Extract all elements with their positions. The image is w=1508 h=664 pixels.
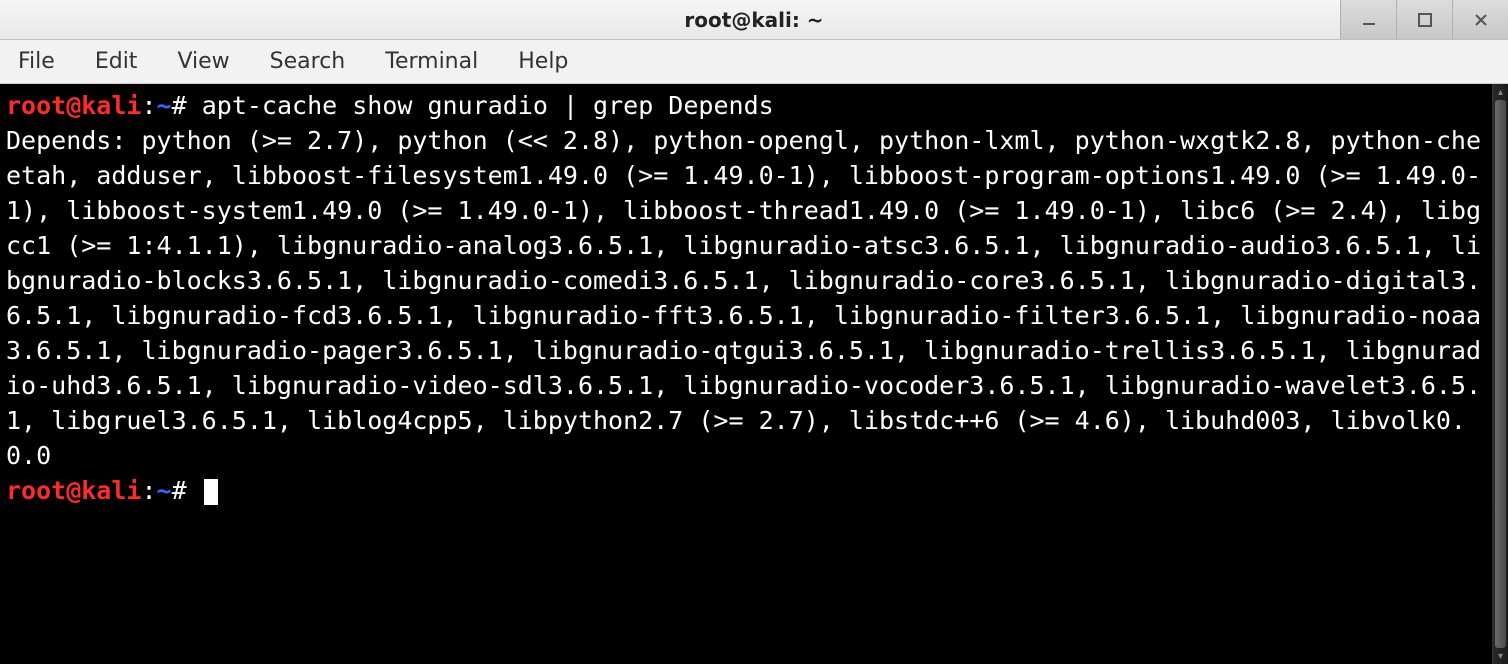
menu-terminal[interactable]: Terminal	[379, 45, 484, 78]
terminal[interactable]: root@kali:~# apt-cache show gnuradio | g…	[0, 84, 1492, 664]
scrollbar-thumb[interactable]	[1495, 100, 1506, 648]
close-icon	[1472, 11, 1490, 29]
prompt-hash: #	[172, 91, 187, 120]
command-text: apt-cache show gnuradio | grep Depends	[202, 91, 774, 120]
prompt-user: root@kali	[6, 91, 141, 120]
command-output: Depends: python (>= 2.7), python (<< 2.8…	[6, 123, 1486, 473]
scrollbar[interactable]: ▴ ▾	[1492, 84, 1508, 664]
menu-help[interactable]: Help	[512, 45, 574, 78]
prompt-colon-2: :	[141, 476, 156, 505]
prompt-user-2: root@kali	[6, 476, 141, 505]
maximize-icon	[1416, 11, 1434, 29]
window-controls	[1340, 0, 1508, 39]
menu-view[interactable]: View	[171, 45, 235, 78]
cursor	[204, 479, 218, 505]
prompt-hash-2: #	[172, 476, 187, 505]
maximize-button[interactable]	[1396, 0, 1452, 39]
terminal-wrap: root@kali:~# apt-cache show gnuradio | g…	[0, 84, 1508, 664]
prompt-path-2: ~	[157, 476, 172, 505]
menubar: File Edit View Search Terminal Help	[0, 40, 1508, 84]
titlebar: root@kali: ~	[0, 0, 1508, 40]
minimize-icon	[1360, 11, 1378, 29]
menu-search[interactable]: Search	[264, 45, 352, 78]
scroll-down-icon[interactable]: ▾	[1493, 648, 1508, 664]
prompt-path: ~	[157, 91, 172, 120]
close-button[interactable]	[1452, 0, 1508, 39]
minimize-button[interactable]	[1340, 0, 1396, 39]
prompt-colon: :	[141, 91, 156, 120]
menu-edit[interactable]: Edit	[89, 45, 144, 78]
window-title: root@kali: ~	[0, 8, 1508, 32]
scroll-up-icon[interactable]: ▴	[1493, 84, 1508, 100]
menu-file[interactable]: File	[12, 45, 61, 78]
